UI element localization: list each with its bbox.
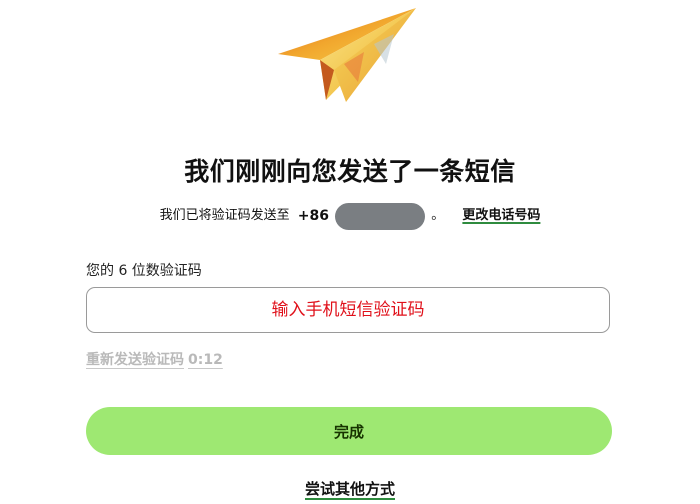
resend-code-label: 重新发送验证码: [86, 352, 184, 368]
sent-message-text: 我们已将验证码发送至: [159, 208, 290, 223]
sent-message: 我们已将验证码发送至 +86 。 更改电话号码: [0, 202, 700, 231]
try-other-methods-link[interactable]: 尝试其他方式: [305, 480, 395, 498]
sentence-period: 。: [431, 208, 445, 223]
resend-countdown: 0:12: [188, 352, 223, 368]
verification-code-input[interactable]: [86, 287, 610, 333]
change-phone-link[interactable]: 更改电话号码: [462, 208, 540, 223]
code-field-label: 您的 6 位数验证码: [86, 263, 202, 279]
page-title: 我们刚刚向您发送了一条短信: [184, 157, 516, 186]
done-button[interactable]: 完成: [86, 407, 612, 455]
other-methods-container: 尝试其他方式: [0, 478, 700, 499]
resend-code-link[interactable]: 重新发送验证码 0:12: [86, 349, 223, 369]
paper-plane-icon: [274, 4, 420, 108]
phone-country-code: +86: [297, 208, 329, 224]
masked-phone-number: [335, 202, 426, 230]
